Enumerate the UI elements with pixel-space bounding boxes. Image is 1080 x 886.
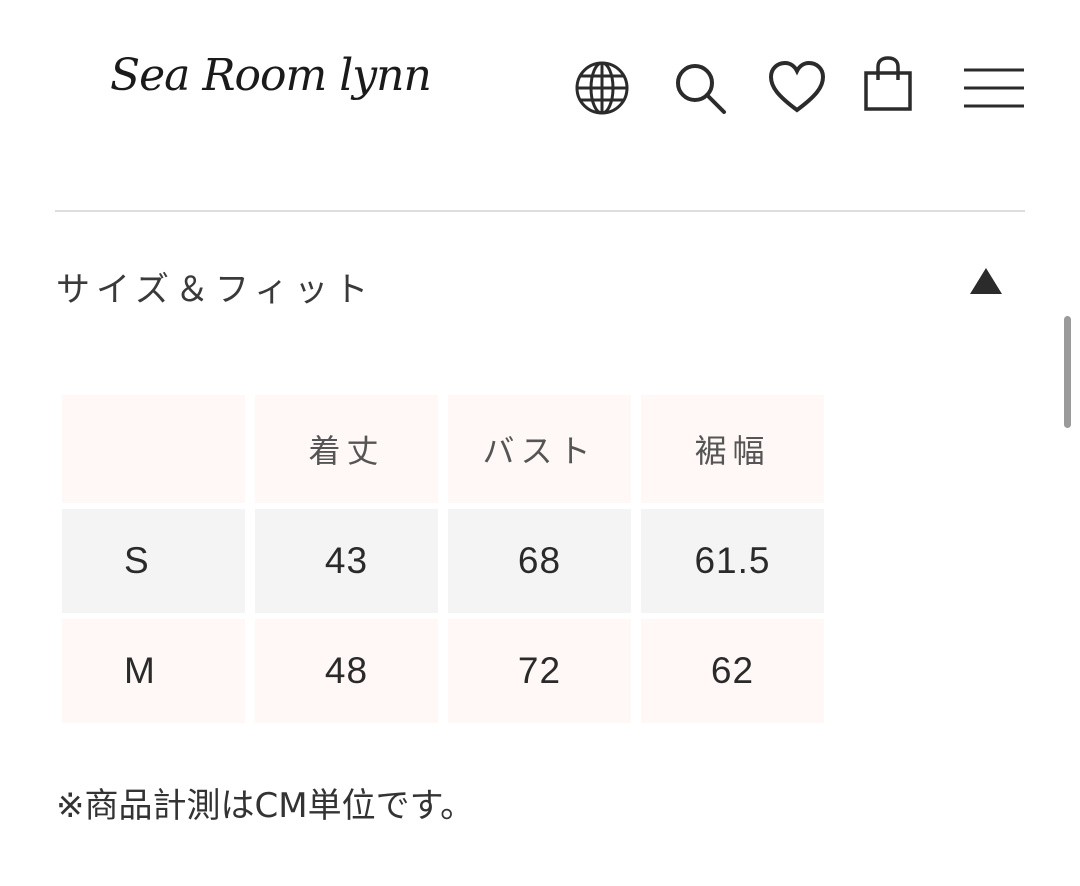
shopping-bag-icon[interactable] <box>862 56 914 112</box>
search-icon[interactable] <box>672 60 728 116</box>
table-cell: 43 <box>255 509 438 613</box>
triangle-up-icon[interactable] <box>966 264 1006 298</box>
table-cell: 62 <box>641 619 824 723</box>
table-header-bust: バスト <box>448 395 631 503</box>
table-cell: 68 <box>448 509 631 613</box>
table-cell: 48 <box>255 619 438 723</box>
size-fit-heading[interactable]: サイズ＆フィット <box>56 262 374 311</box>
measurement-note: ※商品計測はCM単位です。 <box>56 786 475 826</box>
section-divider <box>55 210 1025 212</box>
table-header-length: 着丈 <box>255 395 438 503</box>
table-cell: 61.5 <box>641 509 824 613</box>
table-row-size-label: S <box>62 509 245 613</box>
scrollbar-thumb[interactable] <box>1064 316 1071 428</box>
table-row-size-label: M <box>62 619 245 723</box>
table-header-hem-width: 裾幅 <box>641 395 824 503</box>
brand-logo[interactable]: Sea Room lynn <box>110 50 432 101</box>
size-table: 着丈 バスト 裾幅 S 43 68 61.5 M 48 72 62 <box>62 395 824 723</box>
table-cell: 72 <box>448 619 631 723</box>
heart-icon[interactable] <box>768 60 826 114</box>
table-header-corner <box>62 395 245 503</box>
globe-icon[interactable] <box>574 60 630 116</box>
page: Sea Room lynn サイズ＆フィット 着丈 バスト 裾幅 S 43 68… <box>0 0 1080 886</box>
hamburger-menu-icon[interactable] <box>962 66 1026 110</box>
